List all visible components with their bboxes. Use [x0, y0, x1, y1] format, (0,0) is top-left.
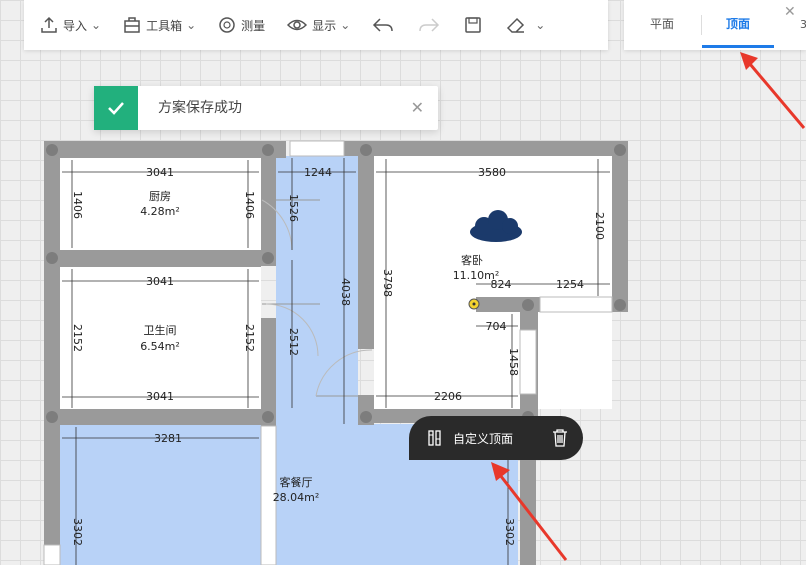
close-icon[interactable]: ✕ [784, 4, 796, 20]
redo-button[interactable] [418, 16, 440, 34]
dim-1458: 1458 [507, 348, 520, 376]
toolbox-icon [124, 17, 140, 33]
dim-2206: 2206 [434, 390, 462, 403]
save-success-toast: 方案保存成功 ✕ [94, 86, 438, 130]
measure-tool[interactable]: 测量 [218, 16, 265, 34]
tab-3d[interactable]: 3 [800, 18, 806, 31]
display-label: 显示 [312, 18, 337, 33]
check-icon [94, 86, 138, 130]
chevron-down-icon: ⌄ [535, 18, 546, 32]
toast-close-icon[interactable]: ✕ [411, 98, 424, 117]
toolbox-label: 工具箱 [146, 18, 183, 33]
toast-message: 方案保存成功 [158, 100, 242, 116]
chevron-down-icon: ⌄ [91, 18, 102, 32]
undo-icon [373, 18, 393, 32]
custom-ceiling-button[interactable]: 自定义顶面 [427, 416, 513, 460]
bedroom-area: 11.10m² [453, 269, 500, 282]
bathroom-name: 卫生间 [144, 323, 177, 337]
trash-icon [553, 429, 567, 447]
dim-corridor-top: 1244 [304, 166, 332, 179]
dim-bath-right: 2152 [243, 324, 256, 352]
redo-icon [419, 18, 440, 32]
dim-corridor-2512: 2512 [287, 328, 300, 356]
save-button[interactable] [464, 16, 482, 34]
dim-bedroom-left: 3798 [381, 269, 394, 297]
eye-icon [287, 19, 308, 31]
toolbox-menu[interactable]: 工具箱 ⌄ [123, 16, 196, 34]
measure-icon [219, 17, 235, 33]
living-room-floor[interactable] [60, 424, 265, 565]
dim-bath-top: 3041 [146, 275, 174, 288]
custom-ceiling-icon [428, 430, 441, 446]
chevron-down-icon: ⌄ [340, 18, 351, 32]
import-label: 导入 [63, 18, 88, 33]
measure-label: 测量 [241, 18, 266, 33]
undo-button[interactable] [372, 16, 394, 34]
dim-kitchen-left: 1406 [71, 191, 84, 219]
main-toolbar: 导入 ⌄ 工具箱 ⌄ 测量 显示 ⌄ ⌄ [24, 0, 608, 50]
dim-living-right: 3302 [503, 518, 516, 546]
dim-bedroom-top: 3580 [478, 166, 506, 179]
dim-kitchen-right: 1406 [243, 191, 256, 219]
kitchen-name: 厨房 [149, 190, 171, 203]
custom-ceiling-label: 自定义顶面 [453, 431, 514, 446]
tab-plan[interactable]: 平面 [624, 0, 700, 50]
tab-ceiling[interactable]: 顶面 [702, 0, 774, 50]
dim-kitchen-top: 3041 [146, 166, 174, 179]
floorplan-canvas[interactable]: 3041 1406 1406 3041 2152 2152 3041 1244 … [0, 0, 806, 565]
dim-704: 704 [486, 320, 507, 333]
ceiling-context-menu: 自定义顶面 [409, 416, 583, 460]
dim-1254: 1254 [556, 278, 584, 291]
chevron-down-icon: ⌄ [186, 18, 197, 32]
kitchen-area: 4.28m² [140, 205, 180, 218]
view-tabs: 平面 顶面 ✕ 3 [624, 0, 806, 50]
bathroom-area: 6.54m² [140, 340, 180, 353]
dim-corridor-1526: 1526 [287, 194, 300, 222]
dim-living-left: 3302 [71, 518, 84, 546]
display-menu[interactable]: 显示 ⌄ [287, 16, 350, 34]
dim-living-top: 3281 [154, 432, 182, 445]
bathroom-floor[interactable] [60, 267, 261, 410]
living-area: 28.04m² [273, 491, 320, 504]
save-icon [465, 17, 481, 33]
eraser-menu[interactable]: ⌄ [506, 16, 545, 34]
living-name: 客餐厅 [280, 475, 313, 489]
dim-bath-left: 2152 [71, 324, 84, 352]
delete-button[interactable] [551, 428, 569, 451]
handle-dot [472, 302, 476, 306]
dim-corridor-4038: 4038 [339, 278, 352, 306]
upload-icon [41, 16, 57, 33]
import-menu[interactable]: 导入 ⌄ [40, 16, 101, 34]
bedroom-name: 客卧 [461, 253, 483, 267]
dim-bedroom-right: 2100 [593, 212, 606, 240]
eraser-icon [507, 17, 525, 33]
dim-bath-bottom: 3041 [146, 390, 174, 403]
